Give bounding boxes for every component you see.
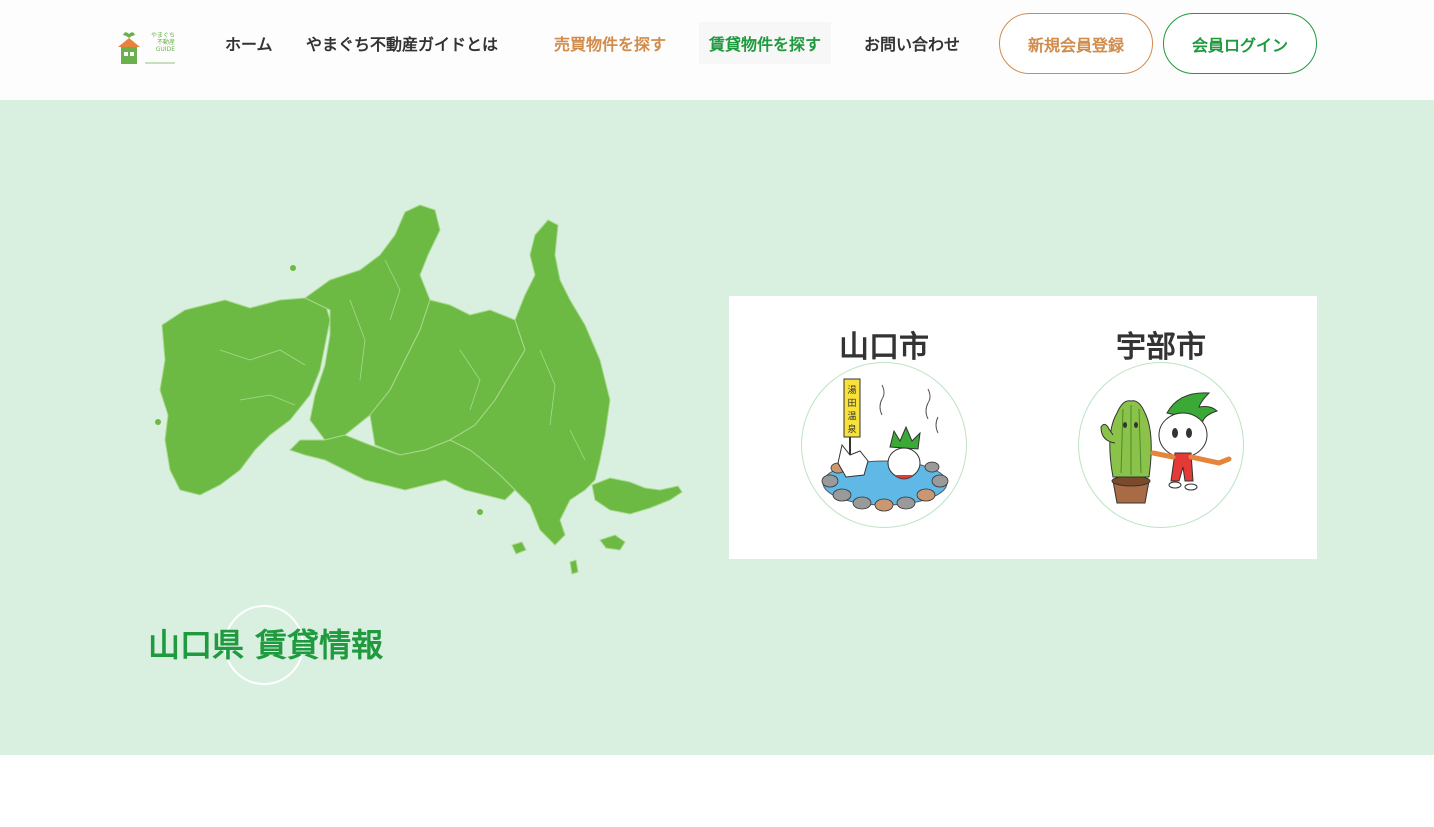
city-card-ube[interactable]: 宇部市 bbox=[1061, 328, 1261, 528]
onsen-sign-char-2: 田 bbox=[847, 398, 856, 409]
site-header: やまぐち 不動産 GUIDE ホーム やまぐち不動産ガイドとは 売買物件を探す … bbox=[0, 0, 1434, 100]
map-island-oshima[interactable] bbox=[591, 477, 683, 515]
onsen-sign-char-1: 湯 bbox=[847, 385, 856, 396]
page-title: 山口県 賃貸情報 bbox=[148, 626, 384, 664]
nav-contact[interactable]: お問い合わせ bbox=[864, 28, 960, 58]
hero-section: 山口県 賃貸情報 山口市 湯 田 温 泉 宇部市 bbox=[0, 100, 1434, 755]
login-button[interactable]: 会員ログイン bbox=[1163, 13, 1317, 74]
onsen-sign-char-3: 温 bbox=[847, 411, 856, 422]
city-card-yamaguchi[interactable]: 山口市 湯 田 温 泉 bbox=[784, 328, 984, 528]
nav-rent[interactable]: 賃貸物件を探す bbox=[699, 22, 832, 64]
onsen-sign-char-4: 泉 bbox=[847, 423, 856, 435]
map-region-west[interactable] bbox=[159, 297, 331, 496]
cactus-mascots-icon bbox=[1100, 392, 1232, 504]
nav-home[interactable]: ホーム bbox=[225, 28, 273, 58]
city-panel: 山口市 湯 田 温 泉 宇部市 bbox=[729, 296, 1317, 559]
onsen-mascots-icon: 湯 田 温 泉 bbox=[821, 378, 949, 512]
map-island-small-3[interactable] bbox=[569, 559, 579, 575]
map-island-small-1[interactable] bbox=[599, 534, 626, 551]
map-island-small-2[interactable] bbox=[511, 541, 527, 555]
nav-buy[interactable]: 売買物件を探す bbox=[554, 28, 666, 58]
site-logo[interactable]: やまぐち 不動産 GUIDE bbox=[115, 30, 177, 66]
city-avatar: 湯 田 温 泉 bbox=[801, 362, 967, 528]
logo-text: やまぐち 不動産 GUIDE bbox=[150, 32, 175, 53]
city-avatar bbox=[1078, 362, 1244, 528]
register-button[interactable]: 新規会員登録 bbox=[999, 13, 1153, 74]
nav-about[interactable]: やまぐち不動産ガイドとは bbox=[306, 28, 498, 58]
yamaguchi-prefecture-map bbox=[155, 204, 683, 575]
